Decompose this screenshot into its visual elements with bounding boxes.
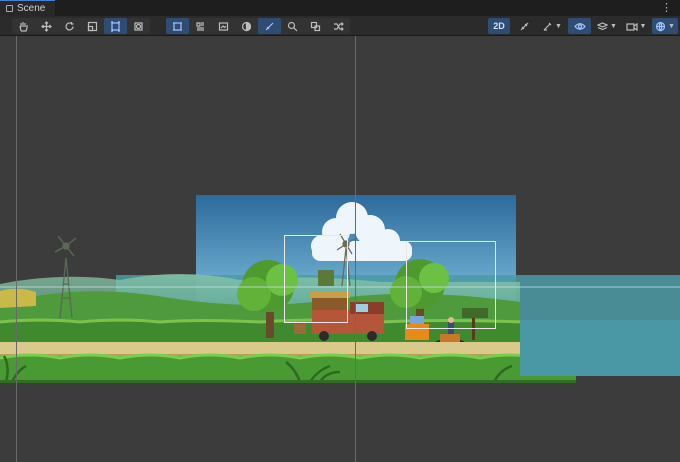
chevron-down-icon: ▼ [555,22,562,30]
sprite-editor-icon [218,21,229,31]
shuffle-icon [334,21,344,31]
grid-snap-button[interactable] [166,18,189,34]
tool-settings-icon [543,22,552,31]
layout-button[interactable] [189,18,212,34]
shading-icon [241,21,252,31]
move-tool-button[interactable] [35,18,58,34]
window-titlebar: Scene ⋮ [0,0,680,16]
scale-tool-button[interactable] [81,18,104,34]
grid-snap-icon [173,21,182,31]
camera-icon [625,22,638,31]
crate-sprite [294,324,306,334]
rect-tool-button[interactable] [104,18,127,34]
brush-icon [265,22,274,30]
view-options-group [166,18,350,34]
bush-shadow [0,380,576,383]
rotate-icon [65,21,74,30]
gizmo-icon [310,21,321,31]
search-button[interactable] [281,18,304,34]
guide-line-center [355,36,356,462]
guide-line-left [16,36,17,462]
scene-toolbar: 2D ▼ ▼ ▼ ▼ [0,16,680,36]
tab-scene-label: Scene [17,3,46,14]
layers-icon [597,21,609,30]
water-right-panel [520,320,680,376]
sprite-editor-button[interactable] [212,18,235,34]
more-options-icon[interactable]: ⋮ [661,2,672,14]
chevron-down-icon: ▼ [610,22,617,30]
visibility-icon [573,22,586,30]
layers-dropdown[interactable]: ▼ [594,18,620,34]
transform-icon [134,21,143,31]
lighting-icon [520,22,529,30]
lighting-button[interactable] [513,18,536,34]
hand-tool-button[interactable] [12,18,35,34]
offscreen-hill [0,288,36,308]
selection-box-left[interactable] [284,235,348,323]
gizmos-dropdown[interactable]: ▼ [652,18,678,34]
shading-button[interactable] [235,18,258,34]
transform-tool-group [12,18,150,34]
hand-icon [19,21,28,32]
2d-mode-button[interactable]: 2D [488,18,510,34]
tab-scene[interactable]: Scene [0,0,56,16]
gizmos-globe-icon [655,21,666,32]
chevron-down-icon: ▼ [668,22,675,30]
move-icon [41,20,52,32]
tool-settings-dropdown[interactable]: ▼ [539,18,565,34]
scene-tab-icon [6,5,13,12]
scale-icon [87,21,98,31]
foreground-bushes [0,356,576,382]
chevron-down-icon: ▼ [639,22,647,30]
brush-button[interactable] [258,18,281,34]
scene-view-options: 2D ▼ ▼ ▼ ▼ [488,18,678,34]
scene-viewport[interactable] [0,36,680,462]
gizmo-button[interactable] [304,18,327,34]
shuffle-button[interactable] [327,18,350,34]
transform-tool-button[interactable] [127,18,150,34]
layout-icon [196,21,204,31]
search-icon [287,21,298,31]
selection-box-right[interactable] [406,241,496,329]
visibility-toggle[interactable] [568,18,591,34]
rotate-tool-button[interactable] [58,18,81,34]
camera-dropdown[interactable]: ▼ [623,18,649,34]
rect-transform-icon [111,20,120,32]
